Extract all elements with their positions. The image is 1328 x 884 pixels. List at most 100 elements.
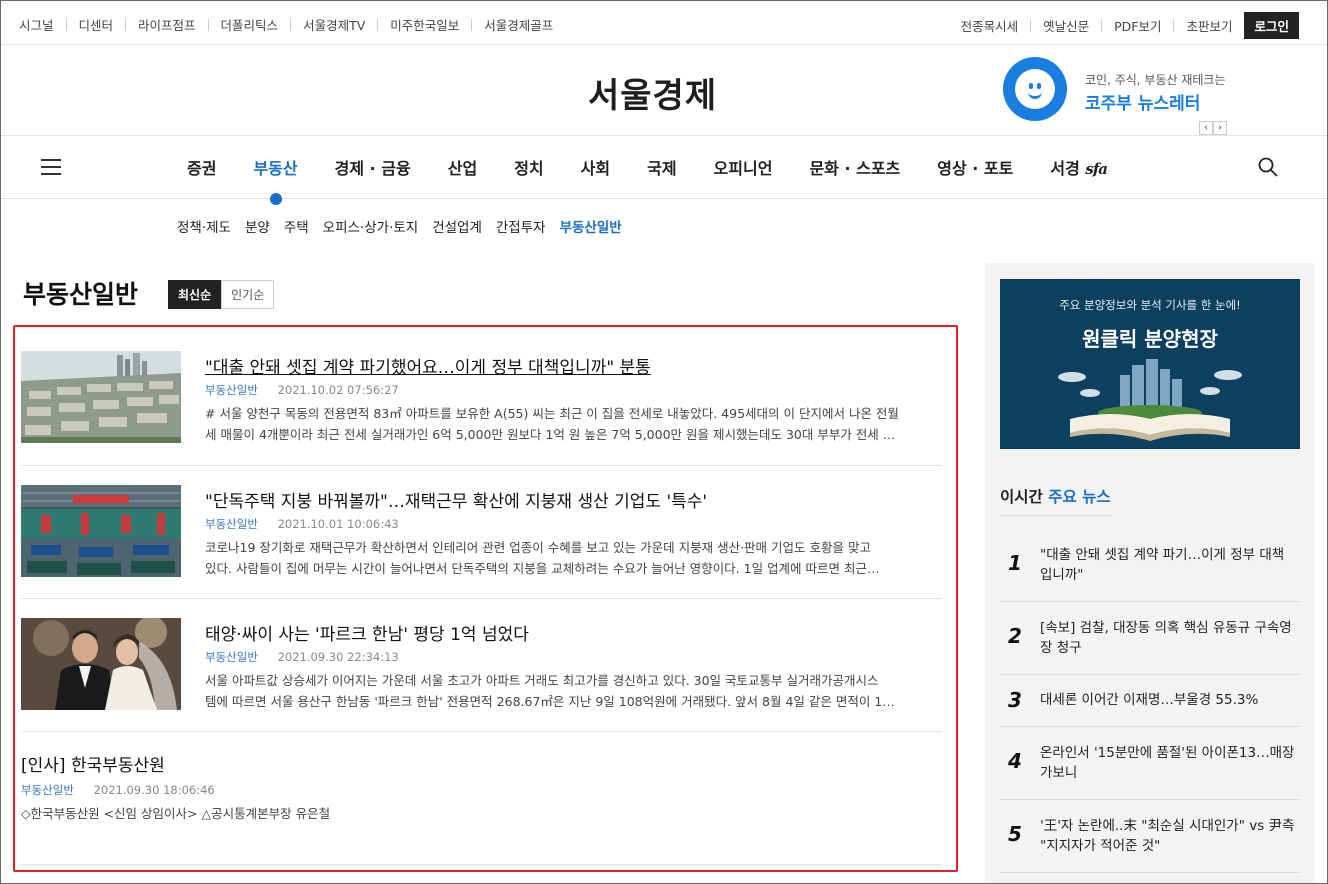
- article-date: 2021.09.30 22:34:13: [277, 650, 399, 664]
- mascot-eye: [1037, 83, 1041, 89]
- article-summary[interactable]: ◇한국부동산원 <신임 상임이사> △공시통계본부장 유은철: [21, 803, 942, 824]
- family-link-sentv[interactable]: 서울경제TV: [303, 15, 365, 34]
- rank-number: 2: [1008, 624, 1022, 648]
- article-category[interactable]: 부동산일반: [21, 783, 74, 797]
- main-navigation: 증권 부동산 경제 · 금융 산업 정치 사회 국제 오피니언 문화 · 스포츠…: [1, 137, 1327, 205]
- article-thumbnail[interactable]: [21, 618, 181, 710]
- promo-next-button[interactable]: ›: [1213, 121, 1227, 135]
- summary-line: 코로나19 장기화로 재택근무가 확산하면서 인테리어 관련 업종이 수혜를 보…: [205, 540, 871, 555]
- family-link-koreatimes-us[interactable]: 미주한국일보: [390, 15, 459, 34]
- nav-item-culture-sports[interactable]: 문화 · 스포츠: [809, 155, 900, 179]
- family-link-golf[interactable]: 서울경제골프: [484, 15, 553, 34]
- pdf-view-link[interactable]: PDF보기: [1114, 16, 1161, 35]
- nav-item-label: 부동산: [253, 159, 298, 178]
- top-news-item[interactable]: 3 대세론 이어간 이재명…부울경 55.3%: [1000, 675, 1300, 727]
- subnav-item-general[interactable]: 부동산일반: [560, 216, 622, 236]
- sort-toggle: 최신순 인기순: [168, 280, 275, 309]
- article-date: 2021.10.01 10:06:43: [277, 517, 399, 531]
- rank-number: 4: [1008, 749, 1022, 773]
- article-thumbnail[interactable]: [21, 351, 181, 443]
- site-logo[interactable]: 서울경제: [588, 68, 717, 117]
- summary-line: 있다. 사람들이 집에 머무는 시간이 늘어나면서 단독주택의 지붕을 교체하려…: [205, 561, 880, 576]
- coin-mascot-icon: [1003, 57, 1067, 121]
- banner-tagline: 주요 분양정보와 분석 기사를 한 눈에!: [1059, 298, 1241, 312]
- subnav-item-policy[interactable]: 정책·제도: [177, 216, 231, 236]
- heading-accent: 주요 뉴스: [1048, 488, 1111, 506]
- article-date: 2021.09.30 18:06:46: [93, 783, 215, 797]
- promo-prev-button[interactable]: ‹: [1199, 121, 1213, 135]
- article-category[interactable]: 부동산일반: [205, 650, 258, 664]
- article-category[interactable]: 부동산일반: [205, 517, 258, 531]
- first-edition-link[interactable]: 초판보기: [1186, 16, 1232, 35]
- top-news-title: [속보] 검찰, 대장동 의혹 핵심 유동규 구속영장 청구: [1040, 620, 1292, 656]
- article-meta: 부동산일반 2021.10.01 10:06:43: [205, 516, 399, 532]
- page-title: 부동산일반: [23, 280, 139, 309]
- divider: [377, 18, 379, 31]
- divider: [1030, 19, 1032, 32]
- sort-latest-button[interactable]: 최신순: [168, 280, 222, 309]
- nav-item-society[interactable]: 사회: [581, 155, 610, 179]
- summary-line: 세 매물이 4개뿐이라 최근 전세 실거래가인 6억 5,000만 원보다 1억…: [205, 427, 896, 442]
- nav-item-international[interactable]: 국제: [647, 155, 676, 179]
- nav-item-realestate[interactable]: 부동산: [253, 155, 298, 205]
- nav-item-label: 서경: [1050, 159, 1080, 178]
- nav-item-politics[interactable]: 정치: [514, 155, 543, 179]
- subnav-item-presale[interactable]: 분양: [245, 216, 270, 236]
- article-summary[interactable]: 코로나19 장기화로 재택근무가 확산하면서 인테리어 관련 업종이 수혜를 보…: [205, 537, 942, 579]
- nav-item-sfa[interactable]: 서경 sfa: [1050, 155, 1108, 179]
- top-news-title: 온라인서 '15분만에 품절'된 아이폰13…매장 가보니: [1040, 745, 1295, 781]
- summary-line: # 서울 양천구 목동의 전용면적 83㎡ 아파트를 보유한 A(55) 씨는 …: [205, 406, 899, 421]
- hamburger-menu-icon[interactable]: [41, 159, 61, 175]
- nav-item-economy-finance[interactable]: 경제 · 금융: [335, 155, 411, 179]
- subnav-item-housing[interactable]: 주택: [284, 216, 309, 236]
- active-indicator: [269, 193, 282, 205]
- subnav-item-construction[interactable]: 건설업계: [432, 216, 482, 236]
- newsletter-promo[interactable]: 코인, 주식, 부동산 재테크는 코주부 뉴스레터: [1003, 57, 1233, 123]
- divider: [125, 18, 127, 31]
- top-news-title: "대출 안돼 셋집 계약 파기…이게 정부 대책입니까": [1040, 547, 1285, 583]
- top-news-title: 대세론 이어간 이재명…부울경 55.3%: [1040, 692, 1259, 708]
- login-button[interactable]: 로그인: [1244, 12, 1299, 39]
- search-icon[interactable]: [1257, 156, 1279, 178]
- family-link-signal[interactable]: 시그널: [19, 15, 54, 34]
- summary-line: 서울 아파트값 상승세가 이어지는 가운데 서울 초고가 아파트 거래도 최고가…: [205, 673, 879, 688]
- divider: [207, 18, 209, 31]
- list-item: 태양·싸이 사는 '파르크 한남' 평당 1억 넘었다 부동산일반 2021.0…: [21, 618, 942, 732]
- article-summary[interactable]: 서울 아파트값 상승세가 이어지는 가운데 서울 초고가 아파트 거래도 최고가…: [205, 670, 942, 712]
- nav-item-industry[interactable]: 산업: [448, 155, 477, 179]
- summary-line: ◇한국부동산원 <신임 상임이사> △공시통계본부장 유은철: [21, 806, 331, 821]
- top-news-item[interactable]: 4 온라인서 '15분만에 품절'된 아이폰13…매장 가보니: [1000, 727, 1300, 800]
- top-news-heading: 이시간 주요 뉴스: [1000, 485, 1112, 516]
- top-news-item[interactable]: 2 [속보] 검찰, 대장동 의혹 핵심 유동규 구속영장 청구: [1000, 602, 1300, 675]
- presale-banner-ad[interactable]: 주요 분양정보와 분석 기사를 한 눈에! 원클릭 분양현장: [1000, 279, 1300, 449]
- top-news-item[interactable]: 1 "대출 안돼 셋집 계약 파기…이게 정부 대책입니까": [1000, 529, 1300, 602]
- article-category[interactable]: 부동산일반: [205, 383, 258, 397]
- article-title[interactable]: 태양·싸이 사는 '파르크 한남' 평당 1억 넘었다: [205, 620, 529, 645]
- family-link-lifejump[interactable]: 라이프점프: [138, 15, 196, 34]
- article-summary[interactable]: # 서울 양천구 목동의 전용면적 83㎡ 아파트를 보유한 A(55) 씨는 …: [205, 403, 942, 445]
- article-title[interactable]: [인사] 한국부동산원: [21, 751, 165, 776]
- masthead: 서울경제 코인, 주식, 부동산 재테크는 코주부 뉴스레터 ‹ ›: [1, 46, 1327, 136]
- stock-quotes-link[interactable]: 전종목시세: [961, 16, 1019, 35]
- heading-prefix: 이시간: [1000, 488, 1049, 506]
- article-thumbnail[interactable]: [21, 485, 181, 577]
- top-news-item[interactable]: 5 '王'자 논란에..末 "최순실 시대인가" vs 尹측 "지지자가 적어준…: [1000, 800, 1300, 873]
- nav-item-video-photo[interactable]: 영상 · 포토: [937, 155, 1013, 179]
- article-meta: 부동산일반 2021.09.30 18:06:46: [21, 782, 215, 798]
- nav-item-opinion[interactable]: 오피니언: [714, 155, 773, 179]
- old-newspaper-link[interactable]: 옛날신문: [1043, 16, 1089, 35]
- top-utility-bar: 시그널 디센터 라이프점프 더폴리틱스 서울경제TV 미주한국일보 서울경제골프…: [1, 1, 1327, 45]
- article-title[interactable]: "대출 안돼 셋집 계약 파기했어요…이게 정부 대책입니까" 분통: [205, 353, 651, 378]
- nav-item-stocks[interactable]: 증권: [187, 155, 216, 179]
- divider: [290, 18, 292, 31]
- top-news-title: '王'자 논란에..末 "최순실 시대인가" vs 尹측 "지지자가 적어준 것…: [1040, 818, 1295, 854]
- article-list: "대출 안돼 셋집 계약 파기했어요…이게 정부 대책입니까" 분통 부동산일반…: [13, 325, 958, 872]
- article-title[interactable]: "단독주택 지붕 바꿔볼까"…재택근무 확산에 지붕재 생산 기업도 '특수': [205, 487, 707, 512]
- family-link-thepolitics[interactable]: 더폴리틱스: [221, 15, 279, 34]
- subnav-item-indirect-investment[interactable]: 간접투자: [496, 216, 546, 236]
- subnav-item-office-land[interactable]: 오피스·상가·토지: [323, 216, 419, 236]
- family-site-links: 시그널 디센터 라이프점프 더폴리틱스 서울경제TV 미주한국일보 서울경제골프: [19, 15, 553, 34]
- promo-pager: ‹ ›: [1199, 121, 1227, 135]
- sort-popular-button[interactable]: 인기순: [221, 280, 275, 309]
- family-link-decenter[interactable]: 디센터: [79, 15, 114, 34]
